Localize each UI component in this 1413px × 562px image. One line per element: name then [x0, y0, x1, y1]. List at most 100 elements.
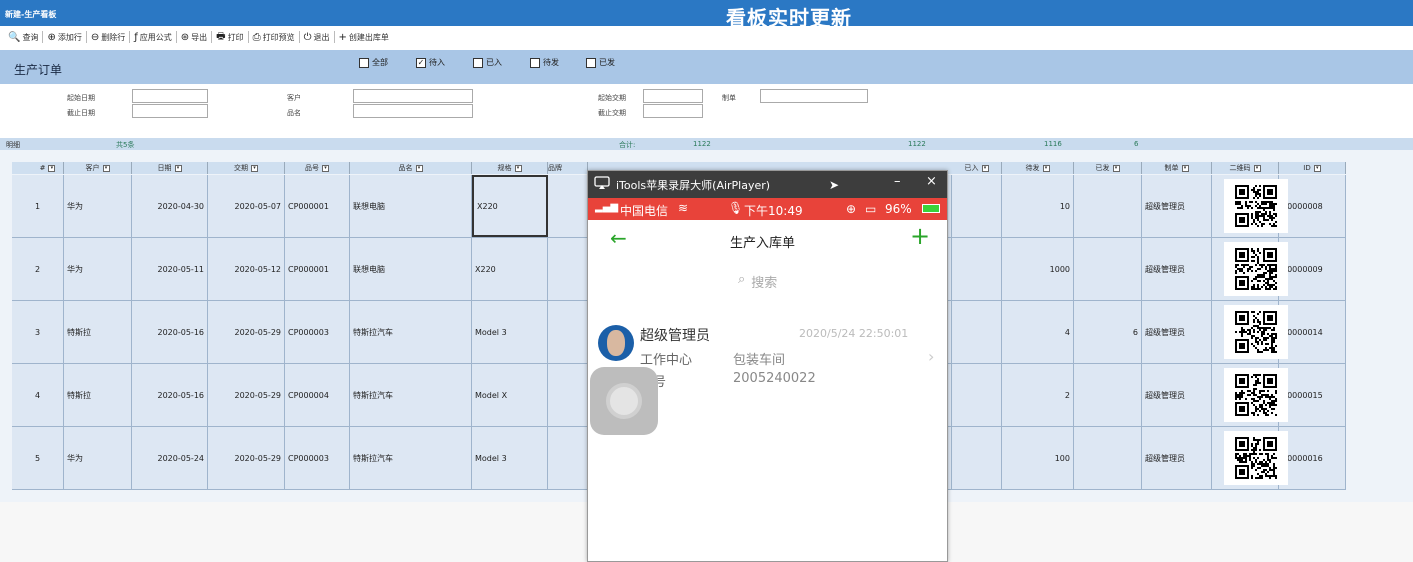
- back-arrow-icon[interactable]: ←: [610, 226, 627, 250]
- col-code[interactable]: 品号 ▾: [285, 162, 350, 174]
- minimize-button[interactable]: –: [894, 174, 901, 189]
- filter-shipped[interactable]: 已发: [586, 57, 615, 68]
- cell-customer[interactable]: 华为: [64, 427, 132, 489]
- cell-pending-ship[interactable]: 2: [1002, 364, 1074, 426]
- cell-delivery[interactable]: 2020-05-29: [208, 364, 285, 426]
- cell-shipped[interactable]: 6: [1074, 301, 1142, 363]
- cell-delivery[interactable]: 2020-05-29: [208, 427, 285, 489]
- col-maker[interactable]: 制单 ▾: [1142, 162, 1212, 174]
- cell-name[interactable]: 联想电脑: [350, 238, 472, 300]
- cell-delivery[interactable]: 2020-05-07: [208, 175, 285, 237]
- cell-shipped[interactable]: [1074, 364, 1142, 426]
- cell-stocked-in[interactable]: [952, 238, 1002, 300]
- checkbox[interactable]: [473, 57, 483, 68]
- cell-id[interactable]: 20000009: [1279, 238, 1346, 300]
- cell-date[interactable]: 2020-05-11: [132, 238, 208, 300]
- col-id[interactable]: ID ▾: [1279, 162, 1346, 174]
- cell-name[interactable]: 特斯拉汽车: [350, 364, 472, 426]
- create-outbound-button[interactable]: + 创建出库单: [335, 31, 393, 43]
- add-icon[interactable]: +: [910, 222, 930, 250]
- cell-pending-ship[interactable]: 100: [1002, 427, 1074, 489]
- print-button[interactable]: 🖶 打印: [212, 31, 249, 43]
- cell-shipped[interactable]: [1074, 427, 1142, 489]
- col-brand[interactable]: 品牌: [548, 162, 588, 174]
- assistive-touch-button[interactable]: [590, 367, 658, 435]
- export-button[interactable]: ⊛ 导出: [177, 31, 213, 43]
- cell-stocked-in[interactable]: [952, 364, 1002, 426]
- cell-index[interactable]: 5: [32, 427, 64, 489]
- cell-name[interactable]: 特斯拉汽车: [350, 301, 472, 363]
- cell-index[interactable]: 4: [32, 364, 64, 426]
- cell-maker[interactable]: 超级管理员: [1142, 175, 1212, 237]
- cell-customer[interactable]: 特斯拉: [64, 301, 132, 363]
- product-name-input[interactable]: [353, 104, 473, 118]
- filter-stocked-in[interactable]: 已入: [473, 57, 502, 68]
- cell-spec[interactable]: Model 3: [472, 301, 548, 363]
- maker-input[interactable]: [760, 89, 868, 103]
- cell-index[interactable]: 2: [32, 238, 64, 300]
- cell-delivery[interactable]: 2020-05-29: [208, 301, 285, 363]
- end-date-input[interactable]: [132, 104, 208, 118]
- cell-customer[interactable]: 特斯拉: [64, 364, 132, 426]
- cell-id[interactable]: 20000015: [1279, 364, 1346, 426]
- cell-date[interactable]: 2020-04-30: [132, 175, 208, 237]
- cell-code[interactable]: CP000003: [285, 427, 350, 489]
- cell-index[interactable]: 1: [32, 175, 64, 237]
- checkbox[interactable]: [359, 57, 369, 68]
- cell-stocked-in[interactable]: [952, 427, 1002, 489]
- start-delivery-input[interactable]: [643, 89, 703, 103]
- apply-formula-button[interactable]: ƒ 应用公式: [130, 31, 177, 43]
- cell-shipped[interactable]: [1074, 175, 1142, 237]
- cell-name[interactable]: 联想电脑: [350, 175, 472, 237]
- cell-delivery[interactable]: 2020-05-12: [208, 238, 285, 300]
- phone-search[interactable]: ⌕ 搜索: [738, 272, 777, 291]
- query-button[interactable]: 🔍 查询: [4, 31, 44, 43]
- cell-spec[interactable]: Model 3: [472, 427, 548, 489]
- customer-input[interactable]: [353, 89, 473, 103]
- col-shipped[interactable]: 已发 ▾: [1074, 162, 1142, 174]
- checkbox[interactable]: [530, 57, 540, 68]
- cell-maker[interactable]: 超级管理员: [1142, 427, 1212, 489]
- cell-spec[interactable]: X220: [472, 238, 548, 300]
- cell-date[interactable]: 2020-05-16: [132, 364, 208, 426]
- start-date-input[interactable]: [132, 89, 208, 103]
- cell-code[interactable]: CP000001: [285, 238, 350, 300]
- col-spec[interactable]: 规格 ▾: [472, 162, 548, 174]
- cell-spec[interactable]: X220: [472, 175, 548, 237]
- cell-stocked-in[interactable]: [952, 301, 1002, 363]
- exit-button[interactable]: ⏻ 退出: [300, 31, 335, 43]
- col-delivery[interactable]: 交期 ▾: [208, 162, 285, 174]
- print-preview-button[interactable]: ⎙ 打印预览: [249, 31, 300, 43]
- col-name[interactable]: 品名 ▾: [350, 162, 472, 174]
- cell-id[interactable]: 20000016: [1279, 427, 1346, 489]
- cell-pending-ship[interactable]: 10: [1002, 175, 1074, 237]
- cell-pending-ship[interactable]: 4: [1002, 301, 1074, 363]
- end-delivery-input[interactable]: [643, 104, 703, 118]
- cell-customer[interactable]: 华为: [64, 175, 132, 237]
- cell-date[interactable]: 2020-05-24: [132, 427, 208, 489]
- checkbox[interactable]: [586, 57, 596, 68]
- cell-code[interactable]: CP000004: [285, 364, 350, 426]
- delete-row-button[interactable]: ⊖ 删除行: [87, 31, 131, 43]
- cell-id[interactable]: 20000014: [1279, 301, 1346, 363]
- cell-shipped[interactable]: [1074, 238, 1142, 300]
- checkbox-checked[interactable]: ✓: [416, 57, 426, 68]
- cell-customer[interactable]: 华为: [64, 238, 132, 300]
- filter-pending-in[interactable]: ✓ 待入: [416, 57, 445, 68]
- cell-name[interactable]: 特斯拉汽车: [350, 427, 472, 489]
- col-index[interactable]: # ▾: [32, 162, 64, 174]
- cell-stocked-in[interactable]: [952, 175, 1002, 237]
- cell-index[interactable]: 3: [32, 301, 64, 363]
- cell-spec[interactable]: Model X: [472, 364, 548, 426]
- col-qrcode[interactable]: 二维码 ▾: [1212, 162, 1279, 174]
- col-date[interactable]: 日期 ▾: [132, 162, 208, 174]
- cell-maker[interactable]: 超级管理员: [1142, 364, 1212, 426]
- cell-maker[interactable]: 超级管理员: [1142, 301, 1212, 363]
- add-row-button[interactable]: ⊕ 添加行: [43, 31, 87, 43]
- cell-code[interactable]: CP000003: [285, 301, 350, 363]
- col-stocked-in[interactable]: 已入 ▾: [952, 162, 1002, 174]
- col-pending-ship[interactable]: 待发 ▾: [1002, 162, 1074, 174]
- col-customer[interactable]: 客户 ▾: [64, 162, 132, 174]
- cell-id[interactable]: 20000008: [1279, 175, 1346, 237]
- cell-maker[interactable]: 超级管理员: [1142, 238, 1212, 300]
